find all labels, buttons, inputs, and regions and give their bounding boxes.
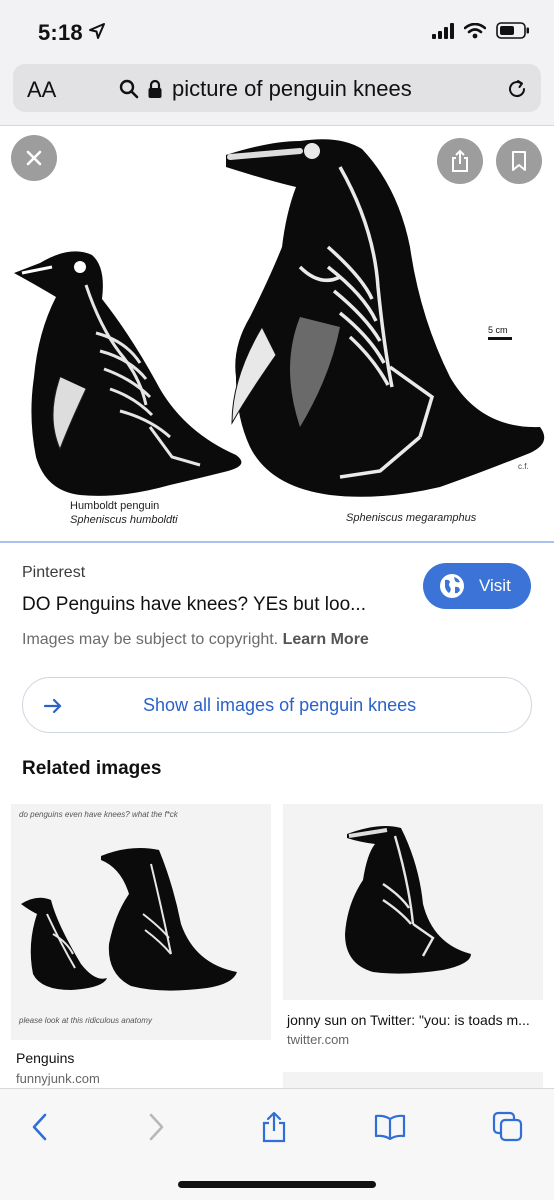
related-image-2[interactable] [283, 804, 543, 1000]
related-image-1-penguins [21, 848, 237, 991]
related-image-1[interactable]: do penguins even have knees? what the f*… [11, 804, 271, 1040]
share-icon [262, 1111, 286, 1143]
penguin-skeleton-image: 5 cm c.f. Humboldt penguin Spheniscus hu… [14, 139, 545, 526]
close-icon [26, 150, 42, 166]
bookmarks-button[interactable] [372, 1109, 408, 1145]
close-button[interactable] [11, 135, 57, 181]
location-arrow-icon [89, 23, 105, 39]
wifi-icon [464, 22, 486, 38]
book-icon [374, 1114, 406, 1140]
cellular-signal-icon [432, 22, 454, 39]
result-title[interactable]: DO Penguins have knees? YEs but loo... [22, 594, 366, 616]
image-viewer[interactable]: 5 cm c.f. Humboldt penguin Spheniscus hu… [0, 127, 554, 541]
reader-text-size-button[interactable]: AA [27, 77, 56, 103]
arrow-right-icon [43, 698, 62, 714]
chevron-left-icon [32, 1113, 47, 1141]
viewer-divider [0, 541, 554, 543]
copyright-notice: Images may be subject to copyright. Lear… [22, 631, 369, 649]
related-image-1-domain: funnyjunk.com [16, 1071, 100, 1086]
copyright-text: Images may be subject to copyright. [22, 631, 279, 648]
share-icon [452, 149, 468, 172]
status-time: 5:18 [38, 20, 83, 45]
megaramphus-penguin-figure [226, 139, 545, 497]
battery-icon [496, 22, 529, 39]
url-text[interactable]: picture of penguin knees [172, 76, 412, 102]
visit-button[interactable]: Visit [423, 563, 531, 609]
show-all-images-button[interactable]: Show all images of penguin knees [22, 677, 532, 733]
tabs-icon [492, 1111, 523, 1142]
visit-label: Visit [479, 576, 511, 595]
related-image-1-title[interactable]: Penguins [16, 1050, 74, 1066]
humboldt-penguin-figure [14, 251, 242, 496]
status-icons [432, 22, 530, 39]
globe-icon [440, 574, 464, 598]
home-indicator[interactable] [178, 1181, 376, 1188]
status-bar: 5:18 [0, 0, 554, 62]
tabs-button[interactable] [490, 1109, 526, 1145]
artist-mark: c.f. [518, 462, 529, 471]
save-image-button[interactable] [496, 138, 542, 184]
learn-more-link[interactable]: Learn More [283, 631, 369, 648]
reload-icon[interactable] [505, 77, 529, 101]
caption-right: Spheniscus megaramphus [346, 512, 477, 524]
chevron-right-icon [149, 1113, 164, 1141]
result-source: Pinterest [22, 564, 86, 581]
related-image-3-partial[interactable] [283, 1072, 543, 1088]
share-button[interactable] [256, 1109, 292, 1145]
related-image-2-domain: twitter.com [287, 1032, 350, 1047]
search-icon [119, 79, 139, 99]
caption-left-line2: Spheniscus humboldti [70, 514, 178, 526]
related-images-heading: Related images [22, 758, 162, 779]
bookmark-icon [512, 151, 526, 171]
related-image-1-top-caption: do penguins even have knees? what the f*… [19, 810, 178, 819]
related-image-2-penguin [345, 826, 471, 974]
caption-left-line1: Humboldt penguin [70, 500, 159, 512]
scale-label: 5 cm [488, 325, 508, 335]
address-bar-area: AA picture of penguin knees [0, 62, 554, 126]
lock-icon [148, 79, 162, 98]
related-image-1-bottom-caption: please look at this ridiculous anatomy [19, 1016, 152, 1025]
address-bar[interactable]: AA picture of penguin knees [13, 64, 541, 112]
back-button[interactable] [22, 1109, 58, 1145]
related-image-2-title[interactable]: jonny sun on Twitter: "you: is toads m..… [287, 1012, 530, 1028]
show-all-label: Show all images of penguin knees [143, 695, 417, 715]
share-image-button[interactable] [437, 138, 483, 184]
forward-button[interactable] [138, 1109, 174, 1145]
